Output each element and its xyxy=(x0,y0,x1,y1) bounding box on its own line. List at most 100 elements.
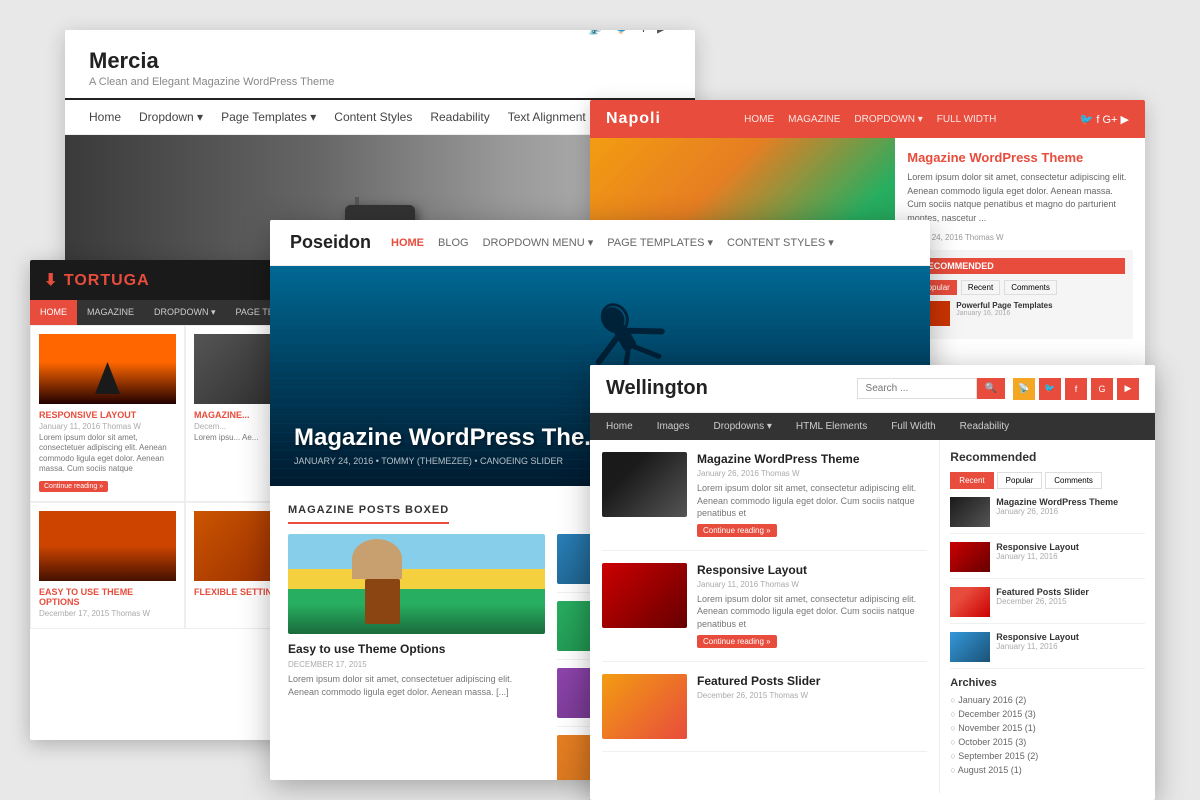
tortuga-post-1-btn[interactable]: Continue reading » xyxy=(39,481,108,492)
poseidon-main-post: Easy to use Theme Options DECEMBER 17, 2… xyxy=(288,534,545,780)
napoli-rec-item-1-date: January 16, 2016 xyxy=(956,310,1052,317)
napoli-rec-tabs: Popular Recent Comments xyxy=(915,280,1125,295)
tortuga-nav-magazine[interactable]: MAGAZINE xyxy=(77,300,144,325)
wellington-sidebar-item-4-date: January 11, 2016 xyxy=(996,642,1079,651)
tortuga-post-3: EASY TO USE THEME OPTIONS December 17, 2… xyxy=(30,502,185,629)
wellington-nav-images[interactable]: Images xyxy=(645,413,702,440)
napoli-nav-fullwidth[interactable]: FULL WIDTH xyxy=(937,114,997,125)
tortuga-post-1: RESPONSIVE LAYOUT January 11, 2016 Thoma… xyxy=(30,325,185,502)
wellington-nav: Home Images Dropdowns ▾ HTML Elements Fu… xyxy=(590,413,1155,440)
wellington-sidebar-item-1-image xyxy=(950,497,990,527)
tortuga-post-1-tag: RESPONSIVE LAYOUT xyxy=(39,410,176,420)
tortuga-post-3-meta: December 17, 2015 Thomas W xyxy=(39,609,176,618)
wellington-sidebar-tab-popular[interactable]: Popular xyxy=(997,472,1043,489)
poseidon-nav-dropdown[interactable]: DROPDOWN MENU ▾ xyxy=(483,236,594,249)
wellington-archive-aug2015[interactable]: August 2015 (1) xyxy=(950,763,1145,777)
mercia-title: Mercia xyxy=(89,48,671,74)
napoli-rec-tab-recent[interactable]: Recent xyxy=(961,280,1000,295)
wellington-article-2-read-more[interactable]: Continue reading » xyxy=(697,635,777,648)
wellington-archive-sep2015[interactable]: September 2015 (2) xyxy=(950,749,1145,763)
wellington-sidebar-item-3: Featured Posts Slider December 26, 2015 xyxy=(950,587,1145,624)
wellington-article-2-image xyxy=(602,563,687,628)
napoli-logo: Napoli xyxy=(606,110,661,128)
mercia-nav-page-templates[interactable]: Page Templates ▾ xyxy=(221,110,316,124)
wellington-archive-dec2015[interactable]: December 2015 (3) xyxy=(950,707,1145,721)
wellington-window: Wellington 🔍 📡 🐦 f G ▶ Home Images Dropd… xyxy=(590,365,1155,800)
poseidon-nav-page-templates[interactable]: PAGE TEMPLATES ▾ xyxy=(607,236,713,249)
wellington-sidebar-item-3-image xyxy=(950,587,990,617)
poseidon-nav-home[interactable]: HOME xyxy=(391,237,424,249)
wellington-sidebar-tab-comments[interactable]: Comments xyxy=(1045,472,1102,489)
wellington-sidebar-item-2-date: January 11, 2016 xyxy=(996,552,1079,561)
mercia-nav-content-styles[interactable]: Content Styles xyxy=(334,110,412,124)
wellington-main-content: Magazine WordPress Theme January 26, 201… xyxy=(590,440,940,793)
poseidon-main-post-image xyxy=(288,534,545,634)
wellington-twitter-icon[interactable]: 🐦 xyxy=(1039,378,1061,400)
poseidon-main-post-text: Lorem ipsum dolor sit amet, consectetuer… xyxy=(288,673,545,698)
wellington-sidebar-item-2-image xyxy=(950,542,990,572)
tortuga-logo: ⬇ TORTUGA xyxy=(44,270,150,290)
poseidon-nav-content-styles[interactable]: CONTENT STYLES ▾ xyxy=(727,236,834,249)
mercia-nav-dropdown[interactable]: Dropdown ▾ xyxy=(139,110,203,124)
napoli-nav-home[interactable]: HOME xyxy=(744,114,774,125)
wellington-nav-readability[interactable]: Readability xyxy=(948,413,1021,440)
wellington-search-button[interactable]: 🔍 xyxy=(977,378,1005,399)
wellington-youtube-icon[interactable]: ▶ xyxy=(1117,378,1139,400)
wellington-archive-nov2015[interactable]: November 2015 (1) xyxy=(950,721,1145,735)
wellington-article-1-read-more[interactable]: Continue reading » xyxy=(697,524,777,537)
wellington-article-1-meta: January 26, 2016 Thomas W xyxy=(697,469,927,478)
wellington-sidebar-item-4-title: Responsive Layout xyxy=(996,632,1079,642)
wellington-nav-html-elements[interactable]: HTML Elements xyxy=(784,413,879,440)
napoli-rec-item-1: Powerful Page Templates January 16, 2016 xyxy=(915,301,1125,326)
wellington-sidebar-item-4: Responsive Layout January 11, 2016 xyxy=(950,632,1145,669)
tortuga-post-3-image xyxy=(39,511,176,581)
napoli-nav: HOME MAGAZINE DROPDOWN ▾ FULL WIDTH xyxy=(744,114,996,125)
wellington-sidebar-item-1: Magazine WordPress Theme January 26, 201… xyxy=(950,497,1145,534)
napoli-nav-dropdown[interactable]: DROPDOWN ▾ xyxy=(854,114,922,125)
napoli-post-title: Magazine WordPress Theme xyxy=(907,150,1133,165)
wellington-article-2: Responsive Layout January 11, 2016 Thoma… xyxy=(602,563,927,662)
napoli-recommended: RECOMMENDED Popular Recent Comments Powe… xyxy=(907,250,1133,339)
tortuga-nav-dropdown[interactable]: DROPDOWN ▾ xyxy=(144,300,226,325)
mercia-nav-text-alignment[interactable]: Text Alignment xyxy=(508,110,586,124)
wellington-rss-icon[interactable]: 📡 xyxy=(1013,378,1035,400)
wellington-article-1: Magazine WordPress Theme January 26, 201… xyxy=(602,452,927,551)
wellington-article-2-title: Responsive Layout xyxy=(697,563,927,577)
wellington-archive-jan2016[interactable]: January 2016 (2) xyxy=(950,693,1145,707)
wellington-search-input[interactable] xyxy=(857,378,977,399)
wellington-article-2-text: Lorem ipsum dolor sit amet, consectetur … xyxy=(697,593,927,631)
poseidon-nav: HOME BLOG DROPDOWN MENU ▾ PAGE TEMPLATES… xyxy=(391,236,834,249)
wellington-archives-title: Archives xyxy=(950,677,1145,689)
tortuga-nav-home[interactable]: HOME xyxy=(30,300,77,325)
wellington-archive-oct2015[interactable]: October 2015 (3) xyxy=(950,735,1145,749)
poseidon-main-post-meta: DECEMBER 17, 2015 xyxy=(288,660,545,669)
wellington-sidebar-tab-recent[interactable]: Recent xyxy=(950,472,993,489)
poseidon-main-post-title: Easy to use Theme Options xyxy=(288,642,545,656)
napoli-social-icons: 🐦 f G+ ▶ xyxy=(1080,113,1129,126)
napoli-nav-magazine[interactable]: MAGAZINE xyxy=(788,114,840,125)
wellington-sidebar-item-1-title: Magazine WordPress Theme xyxy=(996,497,1118,507)
wellington-gplus-icon[interactable]: G xyxy=(1091,378,1113,400)
wellington-nav-full-width[interactable]: Full Width xyxy=(879,413,947,440)
napoli-rec-item-1-title: Powerful Page Templates xyxy=(956,301,1052,310)
wellington-sidebar-tabs: Recent Popular Comments xyxy=(950,472,1145,489)
wellington-sidebar-item-3-date: December 26, 2015 xyxy=(996,597,1089,606)
poseidon-logo: Poseidon xyxy=(290,232,371,253)
mercia-nav-home[interactable]: Home xyxy=(89,110,121,124)
mercia-header: 📡 🐦 f ▶ Mercia A Clean and Elegant Magaz… xyxy=(65,30,695,100)
wellington-article-3-image xyxy=(602,674,687,739)
tortuga-post-1-text: Lorem ipsum dolor sit amet, consectetuer… xyxy=(39,433,176,475)
wellington-article-3-meta: December 26, 2015 Thomas W xyxy=(697,691,820,700)
wellington-article-1-text: Lorem ipsum dolor sit amet, consectetur … xyxy=(697,482,927,520)
wellington-nav-dropdowns[interactable]: Dropdowns ▾ xyxy=(701,413,783,440)
wellington-article-2-meta: January 11, 2016 Thomas W xyxy=(697,580,927,589)
napoli-rec-tab-comments[interactable]: Comments xyxy=(1004,280,1057,295)
poseidon-nav-blog[interactable]: BLOG xyxy=(438,237,469,249)
wellington-sidebar-item-3-title: Featured Posts Slider xyxy=(996,587,1089,597)
mercia-nav-readability[interactable]: Readability xyxy=(430,110,489,124)
wellington-nav-home[interactable]: Home xyxy=(594,413,645,440)
wellington-header: Wellington 🔍 📡 🐦 f G ▶ xyxy=(590,365,1155,413)
wellington-facebook-icon[interactable]: f xyxy=(1065,378,1087,400)
wellington-sidebar-item-1-date: January 26, 2016 xyxy=(996,507,1118,516)
wellington-social-icons: 📡 🐦 f G ▶ xyxy=(1013,378,1139,400)
